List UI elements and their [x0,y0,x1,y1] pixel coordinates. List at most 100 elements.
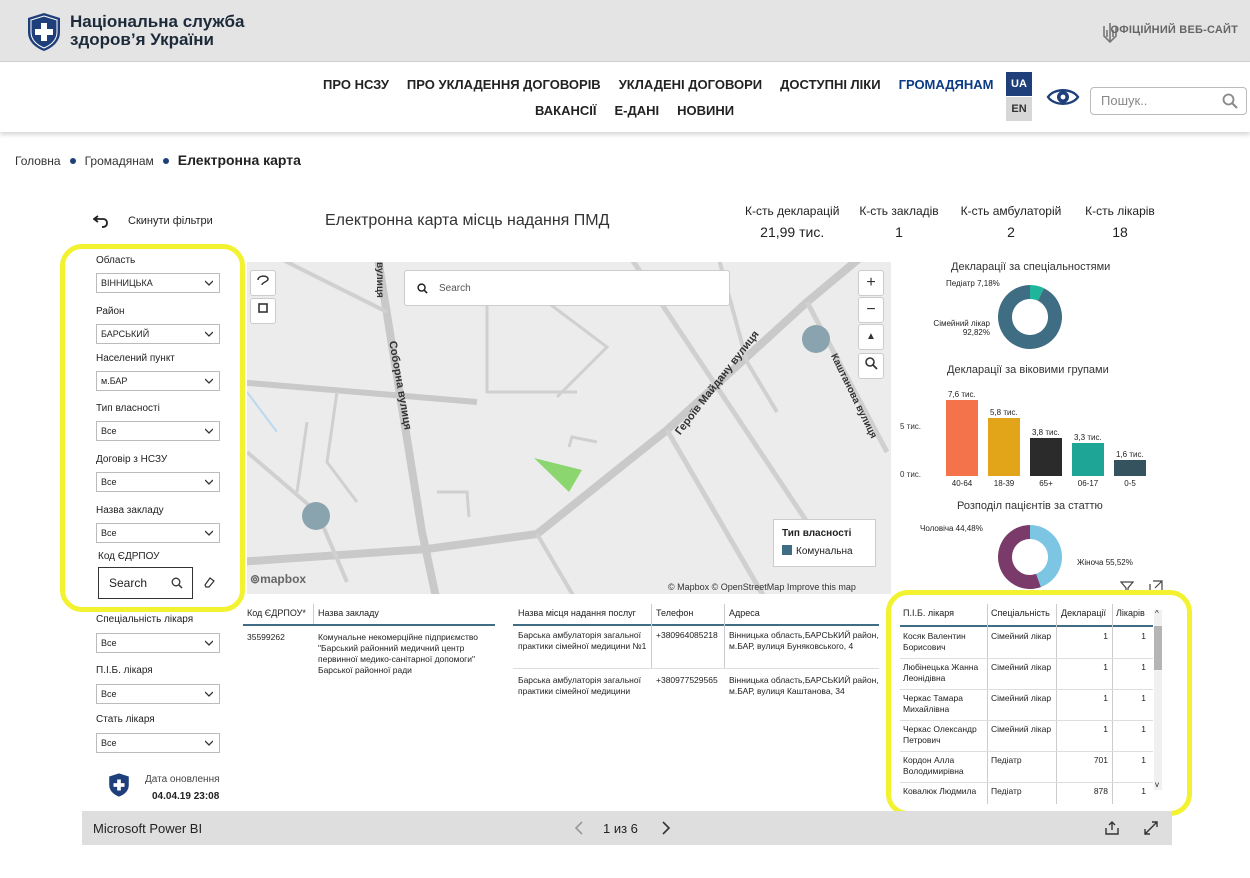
scroll-down-icon[interactable]: v [1155,780,1159,789]
filter-dropdown[interactable]: Все [96,472,220,492]
filter-dropdown[interactable]: Все [96,733,220,753]
x-tick-label: 0-5 [1124,479,1136,488]
chevron-left-icon[interactable] [573,820,585,836]
scroll-up-icon[interactable]: ^ [1155,609,1159,618]
scrollbar-thumb[interactable] [1154,626,1162,670]
doctor-count: 1 [1141,786,1146,796]
age-bar-chart[interactable]: 5 тис. 0 тис. 7,6 тис. 40-64 5,8 тис. 18-39 3,… [896,380,1156,490]
x-tick-label: 65+ [1039,479,1053,488]
chevron-down-icon [205,428,213,434]
column-header[interactable]: Назва закладу [318,608,379,618]
zoom-out-button[interactable]: − [858,297,884,323]
compass-button[interactable]: ▲ [858,324,884,350]
lang-en-button[interactable]: EN [1006,97,1032,121]
map-lasso-button[interactable] [250,270,276,296]
table-row[interactable]: Кордон Алла Володимирівна Педіатр 701 1 [900,752,1153,783]
location-phone: +380964085218 [656,630,718,640]
specialty-donut-chart[interactable] [996,283,1064,351]
filter-dropdown[interactable]: Все [96,421,220,441]
powerbi-link[interactable]: Microsoft Power BI [93,821,202,836]
table-row[interactable]: Любінецька Жанна Леонідівна Сімейний ліка… [900,659,1153,690]
table-row[interactable]: Черкас Олександр Петрович Сімейний лікар 1… [900,721,1153,752]
doctor-table-scrollbar[interactable] [1154,610,1162,790]
search-icon[interactable] [171,577,183,589]
location-address: Вінницька область,БАРСЬКИЙ район, м.БАР,… [729,675,879,696]
facility-name: Комунальне некомерційне підприємство "Ба… [318,632,479,675]
filter-dropdown[interactable]: Все [96,684,220,704]
nav-item[interactable]: Е-ДАНІ [614,103,659,118]
breadcrumb-item[interactable]: Головна [15,154,61,168]
column-header[interactable]: Декларації [1061,608,1106,618]
nav-item[interactable]: ДОСТУПНІ ЛІКИ [780,77,880,92]
column-header[interactable]: Лікарів [1116,608,1145,618]
site-title[interactable]: Національна служба здоров’я України [70,13,244,49]
doctor-declarations: 1 [1103,631,1108,641]
eye-icon[interactable] [1046,86,1080,108]
nav-row-1: ПРО НСЗУ ПРО УКЛАДЕННЯ ДОГОВОРІВ УКЛАДЕНІ … [323,77,1011,92]
kpi-facilities: К-сть закладів 1 [859,204,939,240]
column-header[interactable]: П.І.Б. лікаря [903,608,954,618]
donut-label: Педіатр 7,18% [946,279,1000,288]
bar-18-39[interactable] [988,418,1020,476]
site-title-line1: Національна служба [70,12,245,31]
column-header[interactable]: Телефон [656,608,693,618]
kpi-value: 1 [895,224,903,240]
filter-dropdown[interactable]: БАРСЬКИЙ [96,324,220,344]
breadcrumb-item[interactable]: Громадянам [85,154,154,168]
nav-item[interactable]: УКЛАДЕНІ ДОГОВОРИ [619,77,762,92]
column-header[interactable]: Назва місця надання послуг [518,608,636,618]
nav-item-active[interactable]: ГРОМАДЯНАМ [899,77,994,92]
nav-item[interactable]: ВАКАНСІЇ [535,103,596,118]
bar-06-17[interactable] [1072,443,1104,476]
nszu-shield-icon[interactable] [26,12,62,52]
map-marker[interactable] [802,325,830,353]
bar-0-5[interactable] [1114,460,1146,476]
column-header[interactable]: Адреса [729,608,760,618]
lang-ua-button[interactable]: UA [1006,72,1032,96]
reset-filters-button[interactable]: Скинути фільтри [128,215,213,227]
nav-item[interactable]: ПРО НСЗУ [323,77,389,92]
undo-icon[interactable] [93,213,109,229]
gender-donut-chart[interactable] [996,523,1064,591]
page-indicator: 1 из 6 [603,821,638,836]
nav-item[interactable]: НОВИНИ [677,103,734,118]
map-attribution[interactable]: © Mapbox © OpenStreetMap Improve this ma… [668,582,856,592]
search-icon[interactable] [1222,93,1238,109]
share-icon[interactable] [1104,820,1120,836]
fullscreen-icon[interactable] [1143,820,1159,836]
map-zoom-extent-button[interactable] [858,353,884,379]
column-header[interactable]: Код ЄДРПОУ* [247,608,306,618]
edrpou-search-input[interactable]: Search [98,567,193,599]
table-row[interactable]: Черкас Тамара Михайлівна Сімейний лікар 1 1 [900,690,1153,721]
eraser-icon[interactable] [203,576,215,588]
y-tick-label: 0 тис. [900,470,921,479]
filter-dropdown[interactable]: м.БАР [96,371,220,391]
column-header[interactable]: Спеціальність [991,608,1050,618]
doctor-count: 1 [1141,755,1146,765]
chevron-down-icon [205,530,213,536]
search-icon[interactable] [417,283,428,294]
filter-dropdown[interactable]: Все [96,633,220,653]
doctor-declarations: 1 [1103,724,1108,734]
table-row[interactable]: Косяк Валентин Борисович Сімейний лікар 1 1 [900,628,1153,659]
map-search-input[interactable]: Search [404,270,730,306]
location-address: Вінницька область,БАРСЬКИЙ район, м.БАР,… [729,630,879,651]
magnifier-icon [865,357,878,370]
bar-value-label: 5,8 тис. [990,408,1018,417]
zoom-in-button[interactable]: + [858,270,884,296]
filter-dropdown[interactable]: ВІННИЦЬКА [96,273,220,293]
table-row[interactable]: Ковалюк Людмила Педіатр 878 1 [900,783,1153,814]
bar-40-64[interactable] [946,400,978,476]
chevron-right-icon[interactable] [660,820,672,836]
donut-slice-Сімейний лікар[interactable] [998,285,1062,349]
filter-dropdown[interactable]: Все [96,523,220,543]
map-marker[interactable] [302,502,330,530]
facility-code: 35599262 [247,632,285,642]
bar-65+[interactable] [1030,438,1062,476]
kpi-label: К-сть амбулаторій [960,204,1062,218]
map-rect-select-button[interactable] [250,298,276,324]
mapbox-logo: ⊚mapbox [250,572,307,586]
nav-item[interactable]: ПРО УКЛАДЕННЯ ДОГОВОРІВ [407,77,601,92]
doctor-declarations: 1 [1103,693,1108,703]
site-search-input[interactable]: Пошук.. [1090,87,1247,115]
